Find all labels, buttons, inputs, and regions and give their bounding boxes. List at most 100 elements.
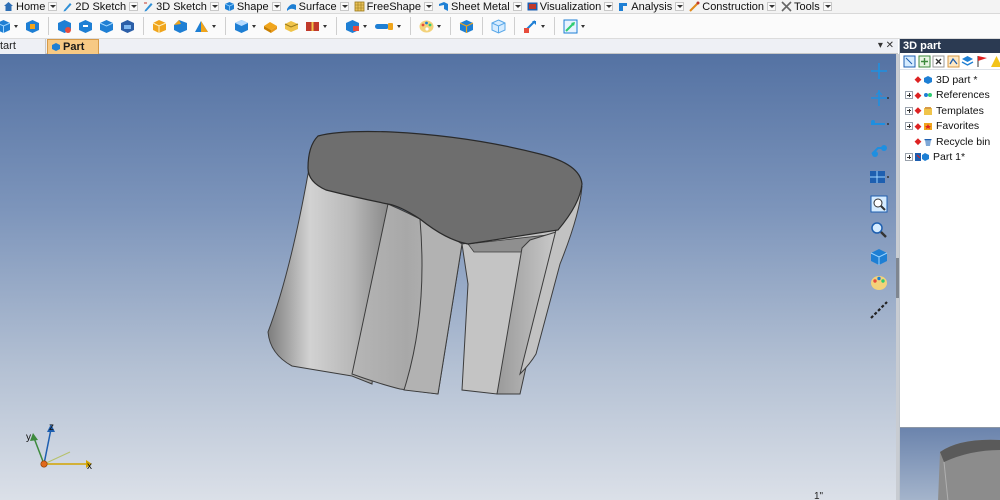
axis-triad: x z y xyxy=(26,422,92,472)
chevron-down-icon[interactable] xyxy=(541,18,547,35)
chevron-down-icon[interactable] xyxy=(675,2,685,11)
menu-shape[interactable]: Shape xyxy=(221,0,283,13)
chevron-down-icon[interactable] xyxy=(424,2,434,11)
part-add-icon[interactable] xyxy=(918,55,931,68)
menu-3d-sketch[interactable]: 3D Sketch xyxy=(140,0,221,13)
render-palette-icon[interactable] xyxy=(868,272,890,294)
tree-item-favorites[interactable]: ◆ Favorites xyxy=(900,119,1000,135)
tree-item-3d-part[interactable]: ◆ 3D part * xyxy=(900,72,1000,88)
view-layout-icon[interactable] xyxy=(868,166,890,188)
status-dot-icon: ◆ xyxy=(914,74,922,85)
measure-icon[interactable] xyxy=(868,299,890,321)
tree-item-references[interactable]: ◆ References xyxy=(900,88,1000,104)
glass-cube-icon[interactable] xyxy=(490,18,507,35)
chevron-down-icon[interactable] xyxy=(512,2,522,11)
box-add-icon[interactable] xyxy=(56,18,73,35)
box-subtract-icon[interactable] xyxy=(77,18,94,35)
chevron-down-icon[interactable] xyxy=(767,2,777,11)
chevron-down-icon[interactable] xyxy=(271,2,281,11)
menu-surface[interactable]: Surface xyxy=(283,0,351,13)
insert-part-icon[interactable] xyxy=(458,18,475,35)
axis-guide xyxy=(43,451,71,465)
move-anchor-icon[interactable] xyxy=(868,87,890,109)
chevron-down-icon[interactable] xyxy=(397,18,403,35)
chevron-down-icon[interactable] xyxy=(437,18,443,35)
menu-visualization[interactable]: Visualization xyxy=(524,0,616,13)
chevron-down-icon[interactable] xyxy=(129,2,139,11)
zoom-icon[interactable] xyxy=(868,219,890,241)
3d-viewport[interactable]: x z y 1" xyxy=(0,54,896,500)
cube-icon xyxy=(224,2,235,11)
menu-2d-sketch[interactable]: 2D Sketch xyxy=(59,0,140,13)
tab-start-page[interactable]: tart Page xyxy=(0,39,46,66)
toolbar-separator xyxy=(554,17,555,35)
crosshair-icon[interactable] xyxy=(868,60,890,82)
chevron-down-icon[interactable] xyxy=(822,2,832,11)
cylinder-icon[interactable] xyxy=(344,18,361,35)
expand-icon[interactable] xyxy=(905,153,913,162)
expand-icon[interactable] xyxy=(905,91,913,100)
preview-thumbnail xyxy=(938,439,1000,500)
chevron-down-icon[interactable] xyxy=(252,18,258,35)
mirror-icon[interactable] xyxy=(283,18,300,35)
warning-icon[interactable] xyxy=(990,55,1000,68)
menu-freeshape[interactable]: FreeShape xyxy=(351,0,435,13)
cube-extrude-icon[interactable] xyxy=(24,18,41,35)
box-shell-icon[interactable] xyxy=(119,18,136,35)
chevron-down-icon[interactable] xyxy=(14,18,20,35)
pattern-icon[interactable] xyxy=(262,18,279,35)
chevron-down-icon[interactable] xyxy=(323,18,329,35)
chamfer-icon[interactable] xyxy=(172,18,189,35)
chevron-down-icon[interactable] xyxy=(48,2,58,11)
menu-sheet-metal[interactable]: Sheet Metal xyxy=(435,0,524,13)
split-icon[interactable] xyxy=(304,18,321,35)
transform-icon[interactable] xyxy=(562,18,579,35)
palette-icon[interactable] xyxy=(418,18,435,35)
box-intersect-icon[interactable] xyxy=(98,18,115,35)
preview-pane xyxy=(900,427,1000,500)
menu-analysis[interactable]: Analysis xyxy=(615,0,686,13)
chevron-down-icon[interactable] xyxy=(604,2,614,11)
chevron-down-icon[interactable] xyxy=(581,18,587,35)
toolbar-separator xyxy=(482,17,483,35)
scene-canvas[interactable]: x z y xyxy=(0,54,896,500)
tools-icon xyxy=(781,1,792,12)
toolbar-separator xyxy=(225,17,226,35)
move-icon[interactable] xyxy=(522,18,539,35)
tree-item-recycle-bin[interactable]: ◆ Recycle bin xyxy=(900,134,1000,150)
menu-construction[interactable]: Construction xyxy=(686,0,778,13)
tree-item-part-1[interactable]: Part 1* xyxy=(900,150,1000,166)
select-icon[interactable] xyxy=(903,55,916,68)
tree-item-templates[interactable]: ◆ Templates xyxy=(900,103,1000,119)
menu-home[interactable]: Home xyxy=(0,0,59,13)
chevron-down-icon[interactable] xyxy=(363,18,369,35)
flag-icon[interactable] xyxy=(976,55,989,68)
cube-solid-icon[interactable] xyxy=(0,18,12,35)
tree-item-label: Favorites xyxy=(936,120,980,133)
chevron-down-icon[interactable] xyxy=(212,18,218,35)
menu-tools[interactable]: Tools xyxy=(778,0,834,13)
menu-2d-sketch-label: 2D Sketch xyxy=(75,0,127,13)
chevron-down-icon[interactable] xyxy=(209,2,219,11)
zoom-fit-icon[interactable] xyxy=(868,193,890,215)
boolean-icon[interactable] xyxy=(233,18,250,35)
delete-icon[interactable] xyxy=(932,55,945,68)
fillet-icon[interactable] xyxy=(151,18,168,35)
axis-y-line xyxy=(33,437,45,465)
axis-origin xyxy=(40,460,48,468)
line-tool-icon[interactable] xyxy=(868,113,890,135)
link-tool-icon[interactable] xyxy=(868,140,890,162)
history-icon[interactable] xyxy=(947,55,960,68)
view-cube-icon[interactable] xyxy=(868,246,890,268)
tab-window-controls[interactable]: ▾ ✕ xyxy=(878,40,894,51)
rod-icon[interactable] xyxy=(373,18,395,35)
layers-icon[interactable] xyxy=(961,55,974,68)
draft-icon[interactable] xyxy=(193,18,210,35)
model-tree: ◆ 3D part * ◆ References ◆ Templates ◆ F… xyxy=(900,70,1000,165)
menu-freeshape-label: FreeShape xyxy=(366,0,422,13)
expand-icon[interactable] xyxy=(905,106,913,115)
sheet-metal-icon xyxy=(439,2,449,11)
tab-part-1[interactable]: Part 1* xyxy=(47,39,99,67)
chevron-down-icon[interactable] xyxy=(339,2,349,11)
expand-icon[interactable] xyxy=(905,122,913,131)
